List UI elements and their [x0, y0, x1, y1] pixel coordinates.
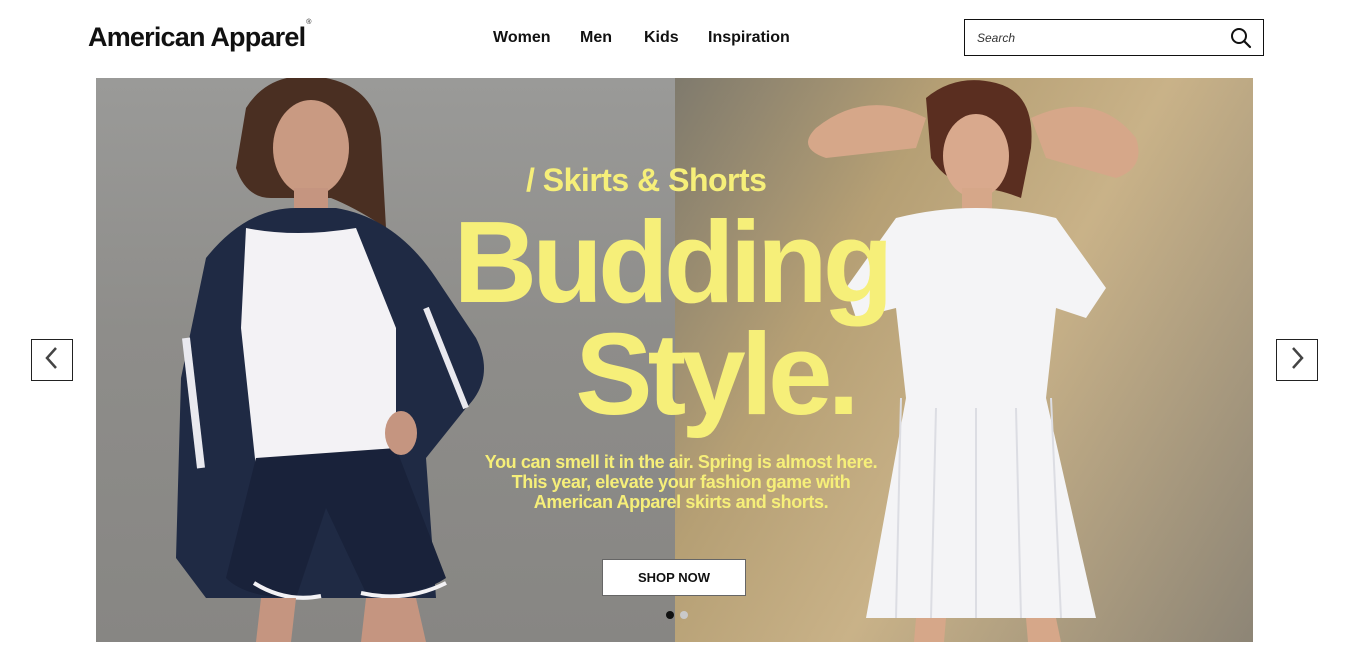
carousel-next-button[interactable]: [1276, 339, 1318, 381]
headline-line-1: Budding: [453, 197, 893, 327]
chevron-left-icon: [44, 346, 60, 375]
hero-body-line-1: You can smell it in the air. Spring is a…: [484, 452, 878, 472]
nav-kids[interactable]: Kids: [644, 29, 679, 47]
nav-inspiration[interactable]: Inspiration: [708, 29, 790, 47]
logo-text: American Apparel: [88, 22, 306, 52]
shop-now-button[interactable]: SHOP NOW: [602, 559, 746, 596]
chevron-right-icon: [1289, 346, 1305, 375]
search-box: [964, 19, 1264, 56]
carousel-prev-button[interactable]: [31, 339, 73, 381]
hero-kicker: / Skirts & Shorts: [526, 162, 767, 198]
brand-logo[interactable]: American Apparel®: [88, 19, 312, 53]
carousel-dots: [666, 611, 688, 619]
registered-mark: ®: [306, 19, 311, 26]
carousel-dot-1[interactable]: [666, 611, 674, 619]
nav-women[interactable]: Women: [493, 29, 550, 47]
carousel-dot-2[interactable]: [680, 611, 688, 619]
site-header: American Apparel® Women Men Kids Inspira…: [0, 0, 1352, 78]
hero-headline: Budding Style.: [426, 204, 926, 439]
headline-line-2: Style.: [575, 309, 859, 439]
hero-banner: / Skirts & Shorts Budding Style. You can…: [96, 78, 1253, 642]
nav-men[interactable]: Men: [580, 29, 612, 47]
hero-body-text: You can smell it in the air. Spring is a…: [456, 452, 906, 512]
search-input[interactable]: [977, 29, 1217, 47]
search-icon[interactable]: [1230, 27, 1252, 49]
hero-body-line-3: American Apparel skirts and shorts.: [533, 492, 829, 512]
hero-body-line-2: This year, elevate your fashion game wit…: [511, 472, 851, 492]
